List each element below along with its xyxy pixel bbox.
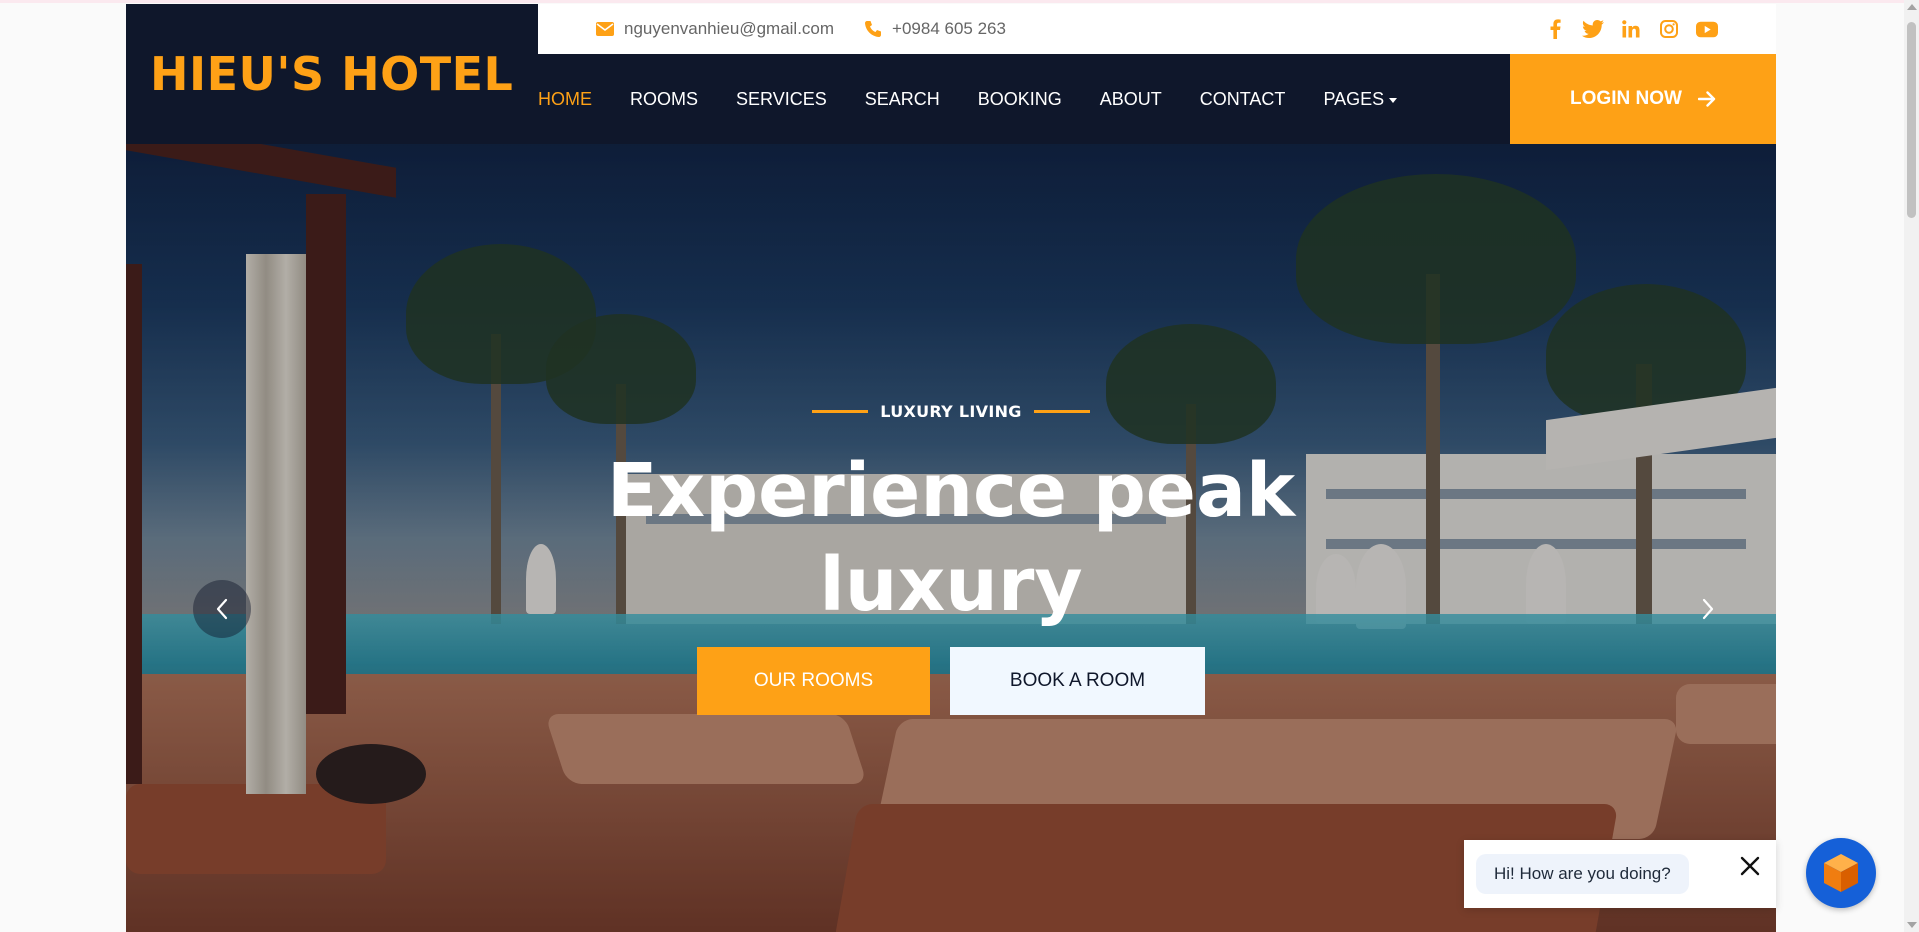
close-icon[interactable] — [1738, 854, 1762, 878]
nav-menu: HOME ROOMS SERVICES SEARCH BOOKING ABOUT… — [538, 54, 1435, 144]
contact-email[interactable]: nguyenvanhieu@gmail.com — [596, 19, 834, 39]
hero-carousel: LUXURY LIVING Experience peak luxury OUR… — [126, 144, 1776, 932]
contact-email-text: nguyenvanhieu@gmail.com — [624, 19, 835, 38]
nav-item-pages-label: PAGES — [1323, 88, 1385, 109]
nav-item-rooms[interactable]: ROOMS — [630, 89, 698, 110]
chevron-left-icon — [216, 598, 228, 620]
scroll-thumb[interactable] — [1907, 22, 1916, 218]
contact-phone[interactable]: +0984 605 263 — [864, 19, 1006, 39]
chat-greeting-popup: Hi! How are you doing? — [1464, 840, 1776, 908]
scroll-down-arrow-icon[interactable] — [1907, 922, 1917, 928]
scroll-up-arrow-icon[interactable] — [1907, 4, 1917, 10]
arrow-right-icon — [1697, 91, 1716, 107]
instagram-icon[interactable] — [1658, 18, 1680, 40]
page: HIEU'S HOTEL nguyenvanhieu@gmail.com +09… — [0, 0, 1919, 932]
login-now-button[interactable]: LOGIN NOW — [1510, 54, 1776, 144]
linkedin-icon[interactable] — [1620, 18, 1642, 40]
nav-item-services[interactable]: SERVICES — [736, 89, 827, 110]
envelope-icon — [596, 22, 614, 36]
nav-item-booking[interactable]: BOOKING — [978, 89, 1062, 110]
hero-headline-line-1: Experience peak — [606, 448, 1296, 534]
nav-item-home[interactable]: HOME — [538, 89, 592, 110]
social-links — [1544, 4, 1718, 54]
carousel-next-button[interactable] — [1679, 580, 1737, 638]
main-navbar: HOME ROOMS SERVICES SEARCH BOOKING ABOUT… — [538, 54, 1776, 144]
twitter-icon[interactable] — [1582, 18, 1604, 40]
carousel-prev-button[interactable] — [193, 580, 251, 638]
our-rooms-button[interactable]: OUR ROOMS — [697, 647, 930, 715]
site-container: HIEU'S HOTEL nguyenvanhieu@gmail.com +09… — [126, 4, 1776, 932]
brand-block[interactable]: HIEU'S HOTEL — [126, 4, 538, 144]
chevron-right-icon — [1702, 598, 1714, 620]
phone-icon — [865, 21, 882, 37]
hero-eyebrow: LUXURY LIVING — [126, 402, 1776, 421]
youtube-icon[interactable] — [1696, 18, 1718, 40]
cube-icon — [1824, 854, 1858, 892]
brand-logo-text[interactable]: HIEU'S HOTEL — [150, 47, 513, 101]
eyebrow-line-left — [812, 410, 869, 413]
top-accent-line — [0, 0, 1919, 3]
hero-content: LUXURY LIVING Experience peak luxury OUR… — [126, 144, 1776, 932]
eyebrow-line-right — [1033, 410, 1090, 413]
nav-item-contact[interactable]: CONTACT — [1200, 89, 1286, 110]
login-now-label: LOGIN NOW — [1570, 88, 1682, 109]
book-a-room-button[interactable]: BOOK A ROOM — [950, 647, 1205, 715]
nav-item-pages[interactable]: PAGES — [1323, 88, 1398, 110]
nav-item-search[interactable]: SEARCH — [865, 89, 940, 110]
page-scrollbar[interactable] — [1904, 0, 1919, 932]
facebook-icon[interactable] — [1544, 18, 1566, 40]
hero-headline: Experience peak luxury — [126, 444, 1776, 632]
nav-item-about[interactable]: ABOUT — [1100, 89, 1162, 110]
top-info-bar: nguyenvanhieu@gmail.com +0984 605 263 — [538, 4, 1776, 54]
caret-down-icon — [1389, 97, 1398, 103]
hero-cta-row: OUR ROOMS BOOK A ROOM — [697, 647, 1205, 715]
chat-greeting-message[interactable]: Hi! How are you doing? — [1476, 854, 1689, 894]
hero-headline-line-2: luxury — [819, 542, 1083, 628]
hero-eyebrow-text: LUXURY LIVING — [880, 402, 1022, 421]
contact-phone-text: +0984 605 263 — [892, 19, 1006, 38]
chat-launcher-button[interactable] — [1806, 838, 1876, 908]
